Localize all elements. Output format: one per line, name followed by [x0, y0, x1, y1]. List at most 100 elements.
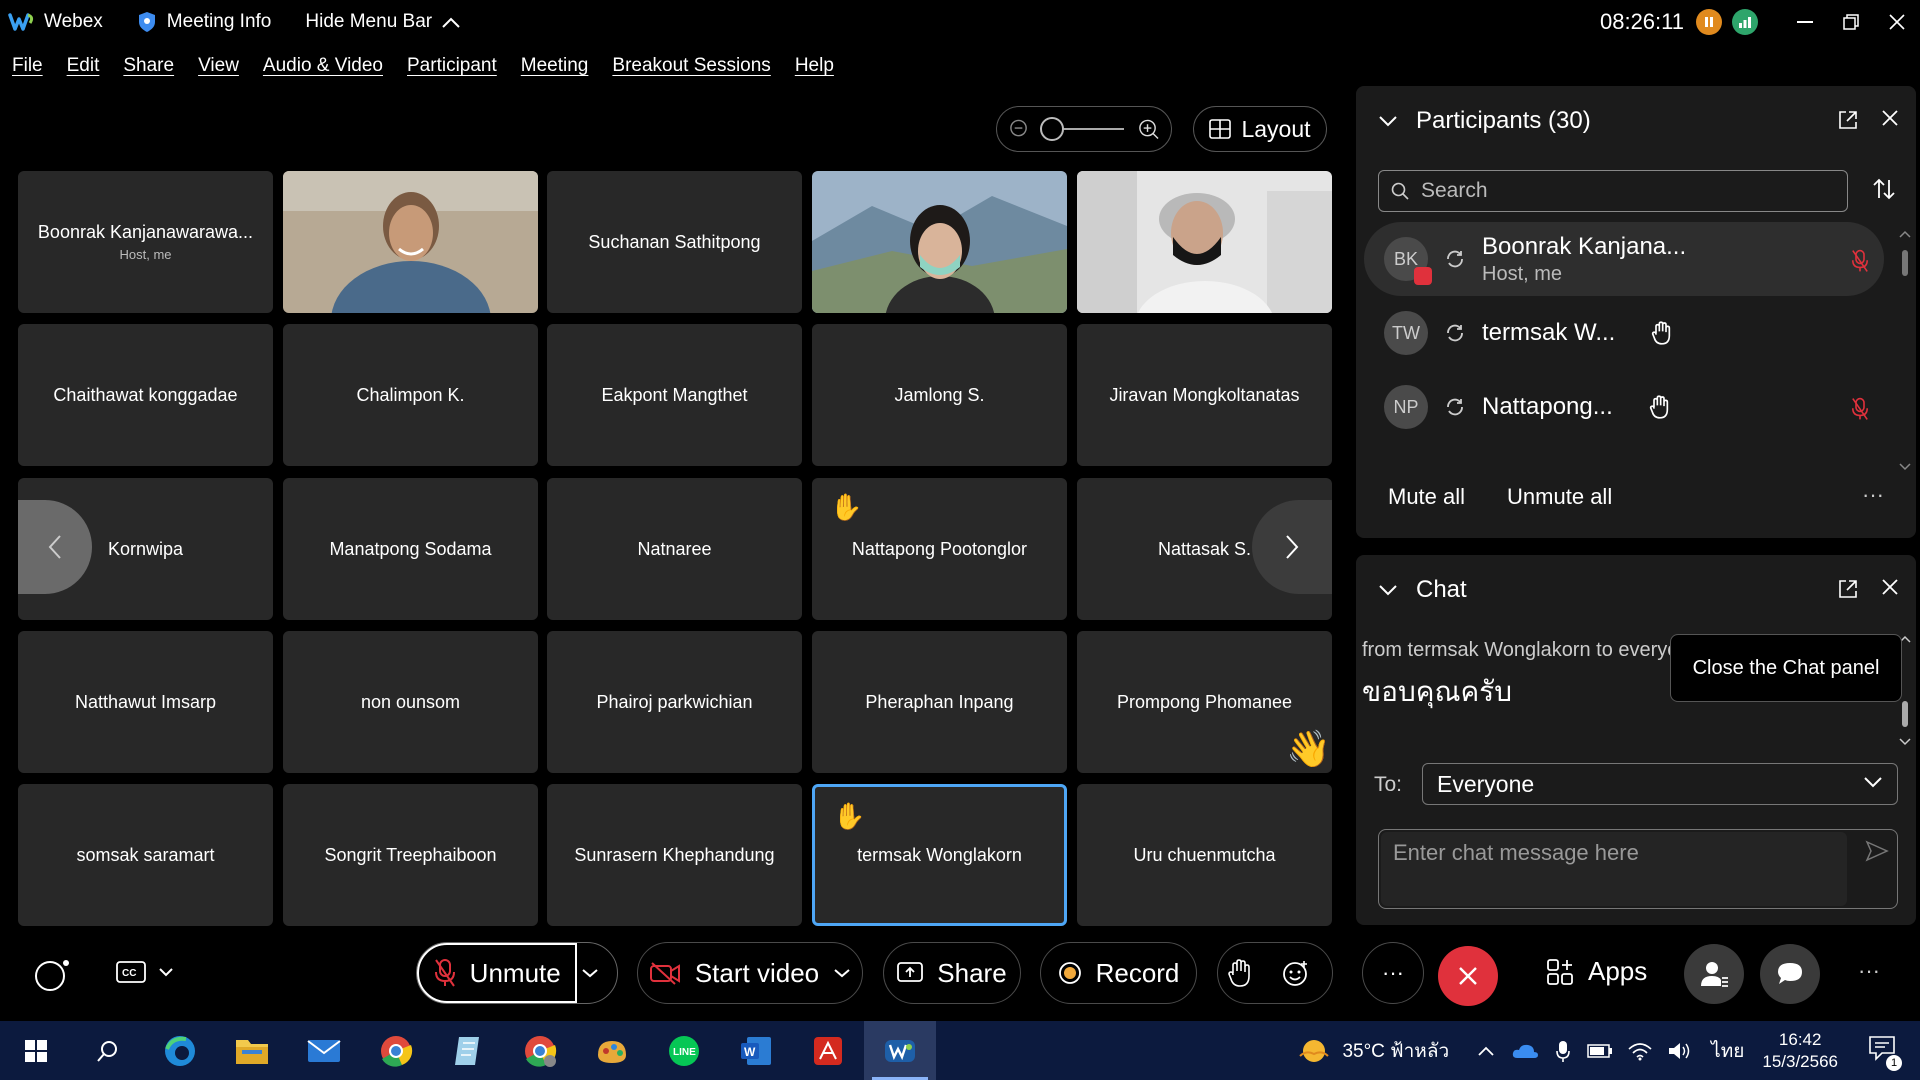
weather-text[interactable]: 35°C ฟ้าหลัว — [1342, 1036, 1449, 1066]
participant-list-item[interactable]: NP Nattapong... — [1364, 370, 1884, 444]
close-participants-icon[interactable] — [1880, 108, 1900, 128]
participant-tile[interactable]: Jiravan Mongkoltanatas — [1077, 324, 1332, 466]
chevron-up-icon[interactable] — [1477, 1045, 1495, 1057]
hide-menu-bar-button[interactable]: Hide Menu Bar — [305, 11, 462, 33]
notifications-button[interactable]: 1 — [1868, 1035, 1902, 1071]
participant-tile[interactable]: Suchanan Sathitpong — [547, 171, 802, 313]
participants-toggle-button[interactable] — [1684, 944, 1744, 1004]
start-button[interactable] — [0, 1021, 72, 1080]
connection-status-icon[interactable] — [34, 958, 72, 992]
participant-tile[interactable]: ✋ termsak Wonglakorn — [812, 784, 1067, 926]
zoom-slider[interactable] — [1039, 117, 1125, 141]
zoom-slider-handle[interactable] — [1039, 117, 1064, 141]
webex-taskbar-icon[interactable] — [864, 1021, 936, 1080]
reactions-icon[interactable] — [1282, 959, 1310, 987]
file-explorer-taskbar-icon[interactable] — [216, 1021, 288, 1080]
unmute-button[interactable]: Unmute — [417, 943, 578, 1003]
zoom-out-icon[interactable] — [1009, 118, 1030, 140]
participant-search-input[interactable]: Search — [1378, 170, 1848, 212]
send-icon[interactable] — [1865, 840, 1889, 862]
restore-button[interactable] — [1828, 0, 1874, 44]
participant-list-item[interactable]: BK Boonrak Kanjana... Host, me — [1364, 222, 1884, 296]
participant-tile[interactable]: somsak saramart — [18, 784, 273, 926]
pause-icon[interactable] — [1696, 9, 1722, 35]
chat-recipient-select[interactable]: Everyone — [1422, 763, 1898, 805]
wifi-icon[interactable] — [1627, 1041, 1653, 1061]
mute-all-button[interactable]: Mute all — [1388, 484, 1465, 510]
close-chat-icon[interactable] — [1880, 577, 1900, 597]
participant-tile[interactable]: Songrit Treephaiboon — [283, 784, 538, 926]
participant-video-tile[interactable] — [283, 171, 538, 313]
leave-meeting-button[interactable] — [1438, 946, 1498, 1006]
line-taskbar-icon[interactable]: LINE — [648, 1021, 720, 1080]
participant-tile[interactable]: Manatpong Sodama — [283, 478, 538, 620]
battery-icon[interactable] — [1587, 1043, 1613, 1058]
chat-message-input[interactable]: Enter chat message here — [1378, 829, 1898, 909]
sort-icon[interactable] — [1872, 178, 1896, 200]
pop-out-icon[interactable] — [1838, 110, 1858, 130]
microphone-muted-icon[interactable] — [1850, 249, 1870, 273]
minimize-button[interactable] — [1782, 0, 1828, 44]
audio-options-dropdown[interactable] — [577, 968, 617, 978]
participant-tile[interactable]: ✋ Nattapong Pootonglor — [812, 478, 1067, 620]
record-button[interactable]: Record — [1040, 942, 1197, 1004]
menu-edit[interactable]: Edit — [67, 55, 100, 77]
notes-taskbar-icon[interactable] — [432, 1021, 504, 1080]
collapse-chevron-icon[interactable] — [1378, 584, 1398, 596]
paint-taskbar-icon[interactable] — [576, 1021, 648, 1080]
menu-meeting[interactable]: Meeting — [521, 55, 589, 77]
edge-taskbar-icon[interactable] — [144, 1021, 216, 1080]
closed-captions-button[interactable]: CC — [116, 960, 174, 989]
menu-view[interactable]: View — [198, 55, 239, 77]
pop-out-icon[interactable] — [1838, 579, 1858, 599]
participant-list-item[interactable]: TW termsak W... — [1364, 296, 1884, 370]
chrome-taskbar-icon[interactable] — [360, 1021, 432, 1080]
more-options-icon[interactable]: ··· — [1858, 958, 1880, 984]
participant-tile[interactable]: non ounsom — [283, 631, 538, 773]
menu-audio-video[interactable]: Audio & Video — [263, 55, 383, 77]
word-taskbar-icon[interactable]: W — [720, 1021, 792, 1080]
acrobat-taskbar-icon[interactable] — [792, 1021, 864, 1080]
participant-tile[interactable]: Uru chuenmutcha — [1077, 784, 1332, 926]
menu-file[interactable]: File — [12, 55, 43, 77]
layout-button[interactable]: Layout — [1193, 106, 1327, 152]
apps-button[interactable]: Apps — [1546, 956, 1647, 987]
participant-tile[interactable]: Eakpont Mangthet — [547, 324, 802, 466]
raise-hand-icon[interactable] — [1227, 959, 1251, 987]
start-video-button[interactable]: Start video — [637, 942, 863, 1004]
taskbar-search-button[interactable] — [72, 1021, 144, 1080]
menu-participant[interactable]: Participant — [407, 55, 497, 77]
microphone-icon[interactable] — [1555, 1039, 1571, 1063]
collapse-chevron-icon[interactable] — [1378, 115, 1398, 127]
chrome-profile-taskbar-icon[interactable] — [504, 1021, 576, 1080]
mail-taskbar-icon[interactable] — [288, 1021, 360, 1080]
menu-breakout-sessions[interactable]: Breakout Sessions — [612, 55, 770, 77]
participant-tile[interactable]: Pheraphan Inpang — [812, 631, 1067, 773]
participant-video-tile[interactable] — [1077, 171, 1332, 313]
more-options-icon[interactable]: ··· — [1862, 482, 1884, 508]
speaker-icon[interactable] — [1667, 1041, 1691, 1061]
taskbar-clock[interactable]: 16:42 15/3/2566 — [1762, 1029, 1838, 1073]
participant-tile[interactable]: Natnaree — [547, 478, 802, 620]
participant-tile[interactable]: Chaithawat konggadae — [18, 324, 273, 466]
share-button[interactable]: Share — [883, 942, 1021, 1004]
participant-list-scrollbar[interactable] — [1898, 226, 1912, 472]
participant-tile[interactable]: Boonrak Kanjanawarawa... Host, me — [18, 171, 273, 313]
more-actions-button[interactable]: ··· — [1362, 942, 1424, 1004]
network-stats-icon[interactable] — [1732, 9, 1758, 35]
participant-tile[interactable]: Phairoj parkwichian — [547, 631, 802, 773]
unmute-all-button[interactable]: Unmute all — [1507, 484, 1612, 510]
meeting-info-button[interactable]: Meeting Info — [137, 11, 271, 33]
participant-tile[interactable]: Chalimpon K. — [283, 324, 538, 466]
zoom-in-icon[interactable] — [1138, 118, 1159, 140]
weather-sun-icon[interactable] — [1296, 1036, 1332, 1066]
participant-tile[interactable]: Sunrasern Khephandung — [547, 784, 802, 926]
close-window-button[interactable] — [1874, 0, 1920, 44]
menu-help[interactable]: Help — [795, 55, 834, 77]
input-language[interactable]: ไทย — [1711, 1036, 1744, 1066]
onedrive-cloud-icon[interactable] — [1511, 1042, 1539, 1060]
participant-tile[interactable]: Jamlong S. — [812, 324, 1067, 466]
chat-toggle-button[interactable] — [1760, 944, 1820, 1004]
participant-tile[interactable]: Natthawut Imsarp — [18, 631, 273, 773]
menu-share[interactable]: Share — [123, 55, 174, 77]
